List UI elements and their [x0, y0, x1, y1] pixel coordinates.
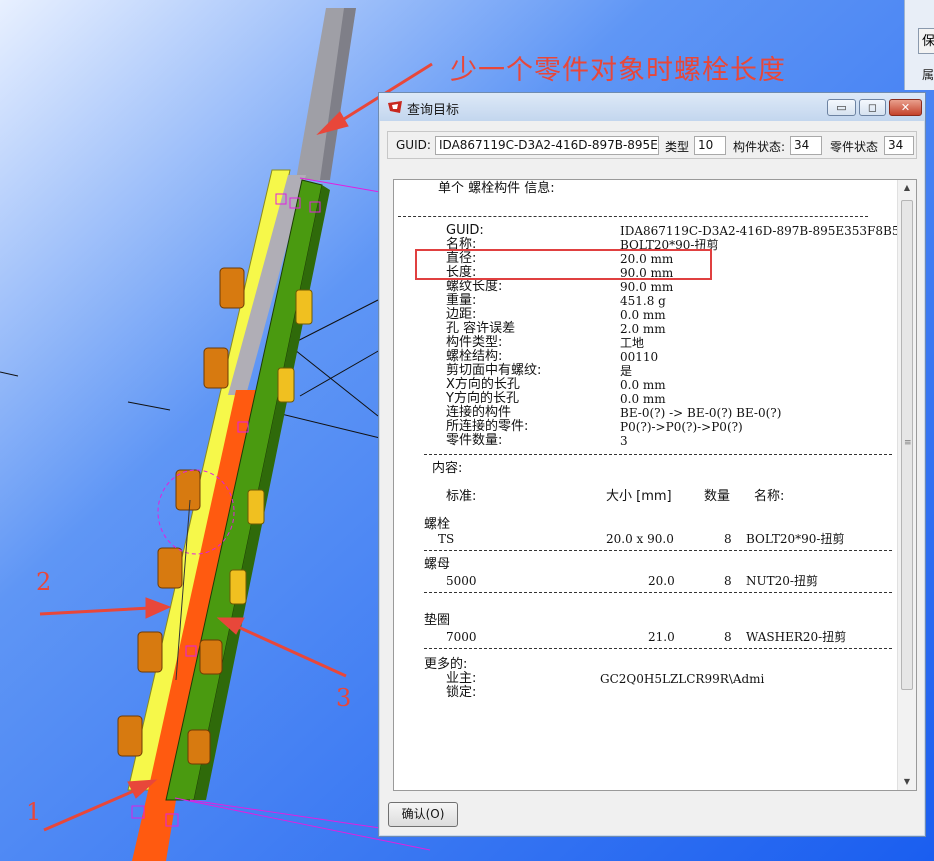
column-name: 名称:	[754, 489, 785, 504]
diameter-length-highlight	[415, 249, 712, 280]
group-qty: 8	[724, 630, 732, 644]
annotation-marker-3: 3	[336, 684, 352, 712]
property-key: 螺纹长度:	[446, 279, 503, 294]
property-value: 0.0 mm	[620, 308, 666, 322]
separator	[424, 592, 892, 593]
component-status-label: 构件状态:	[733, 140, 786, 154]
property-key: Y方向的长孔	[446, 391, 519, 406]
more-label: 更多的:	[424, 657, 468, 672]
maximize-icon: ◻	[867, 101, 878, 114]
property-key: 构件类型:	[446, 335, 503, 350]
group-standard: TS	[438, 532, 455, 546]
part-status-field[interactable]: 34	[884, 136, 914, 155]
property-value: P0(?)->P0(?)->P0(?)	[620, 420, 743, 434]
close-button[interactable]: ✕	[889, 99, 922, 116]
main-window-label: 属	[922, 68, 934, 82]
group-type: 螺母	[424, 557, 451, 572]
minimize-icon: ▭	[836, 101, 847, 114]
scroll-up-arrow-icon[interactable]: ▲	[898, 180, 916, 196]
separator	[424, 648, 892, 649]
property-key: GUID:	[446, 223, 484, 238]
property-value: 451.8 g	[620, 294, 666, 308]
guid-field[interactable]: IDA867119C-D3A2-416D-897B-895E353F8B5F	[435, 136, 659, 155]
group-type: 螺栓	[424, 517, 451, 532]
guid-label: GUID:	[396, 138, 431, 152]
property-value: 2.0 mm	[620, 322, 666, 336]
property-value: 0.0 mm	[620, 392, 666, 406]
property-key: 所连接的零件:	[446, 419, 529, 434]
property-value: BE-0(?) -> BE-0(?) BE-0(?)	[620, 406, 782, 420]
group-size: 21.0	[648, 630, 675, 644]
inquire-object-dialog: 查询目标 ▭ ◻ ✕ GUID: IDA867119C-D3A2-416D-89…	[378, 92, 926, 837]
report-heading: 单个 螺栓构件 信息:	[438, 181, 555, 196]
component-status-field[interactable]: 34	[790, 136, 822, 155]
dialog-title: 查询目标	[407, 103, 460, 118]
group-name: WASHER20-扭剪	[746, 630, 847, 644]
column-size: 大小 [mm]	[606, 489, 672, 504]
property-value: 是	[620, 364, 633, 378]
annotation-title: 少一个零件对象时螺栓长度	[450, 55, 786, 86]
property-key: 孔 容许误差	[446, 321, 516, 336]
property-key: 重量:	[446, 293, 477, 308]
maximize-button[interactable]: ◻	[859, 99, 886, 116]
annotation-marker-1: 1	[26, 798, 42, 826]
main-window-save-button[interactable]: 保	[918, 28, 934, 54]
property-value: IDA867119C-D3A2-416D-897B-895E353F8B5F	[620, 224, 908, 238]
separator	[424, 454, 892, 455]
annotation-marker-2: 2	[36, 568, 52, 596]
property-key: 螺栓结构:	[446, 349, 503, 364]
group-standard: 7000	[446, 630, 477, 644]
app-icon	[388, 101, 402, 113]
ok-button[interactable]: 确认(O)	[388, 802, 458, 827]
owner-label: 业主:	[446, 671, 477, 686]
type-label: 类型	[665, 140, 690, 154]
group-name: BOLT20*90-扭剪	[746, 532, 845, 546]
property-key: 连接的构件	[446, 405, 512, 420]
property-value: 工地	[620, 336, 645, 350]
close-icon: ✕	[900, 101, 911, 114]
property-value: 0.0 mm	[620, 378, 666, 392]
report-scrollbar[interactable]: ▲ ≡ ▼	[897, 180, 916, 790]
property-key: X方向的长孔	[446, 377, 520, 392]
group-standard: 5000	[446, 574, 477, 588]
column-quantity: 数量	[704, 489, 731, 504]
scroll-thumb[interactable]: ≡	[901, 200, 913, 690]
group-type: 垫圈	[424, 613, 451, 628]
minimize-button[interactable]: ▭	[827, 99, 856, 116]
property-value: 00110	[620, 350, 659, 364]
type-field[interactable]: 10	[694, 136, 726, 155]
property-value: 90.0 mm	[620, 280, 674, 294]
contents-label: 内容:	[432, 461, 463, 476]
property-key: 零件数量:	[446, 433, 503, 448]
owner-value: GC2Q0H5LZLCR99R\Admi	[600, 672, 765, 686]
group-qty: 8	[724, 574, 732, 588]
separator	[398, 216, 868, 217]
part-status-label: 零件状态	[830, 140, 879, 154]
property-key: 剪切面中有螺纹:	[446, 363, 542, 378]
separator	[424, 550, 892, 551]
property-key: 边距:	[446, 307, 477, 322]
group-size: 20.0 x 90.0	[606, 532, 674, 546]
group-qty: 8	[724, 532, 732, 546]
object-info-bar: GUID: IDA867119C-D3A2-416D-897B-895E353F…	[387, 131, 917, 159]
group-size: 20.0	[648, 574, 675, 588]
grip-icon: ≡	[904, 438, 912, 448]
scroll-down-arrow-icon[interactable]: ▼	[898, 774, 916, 790]
column-standard: 标准:	[446, 489, 477, 504]
property-value: 3	[620, 434, 628, 448]
lock-label: 锁定:	[446, 685, 477, 700]
group-name: NUT20-扭剪	[746, 574, 818, 588]
dialog-titlebar[interactable]: 查询目标 ▭ ◻ ✕	[379, 93, 925, 121]
